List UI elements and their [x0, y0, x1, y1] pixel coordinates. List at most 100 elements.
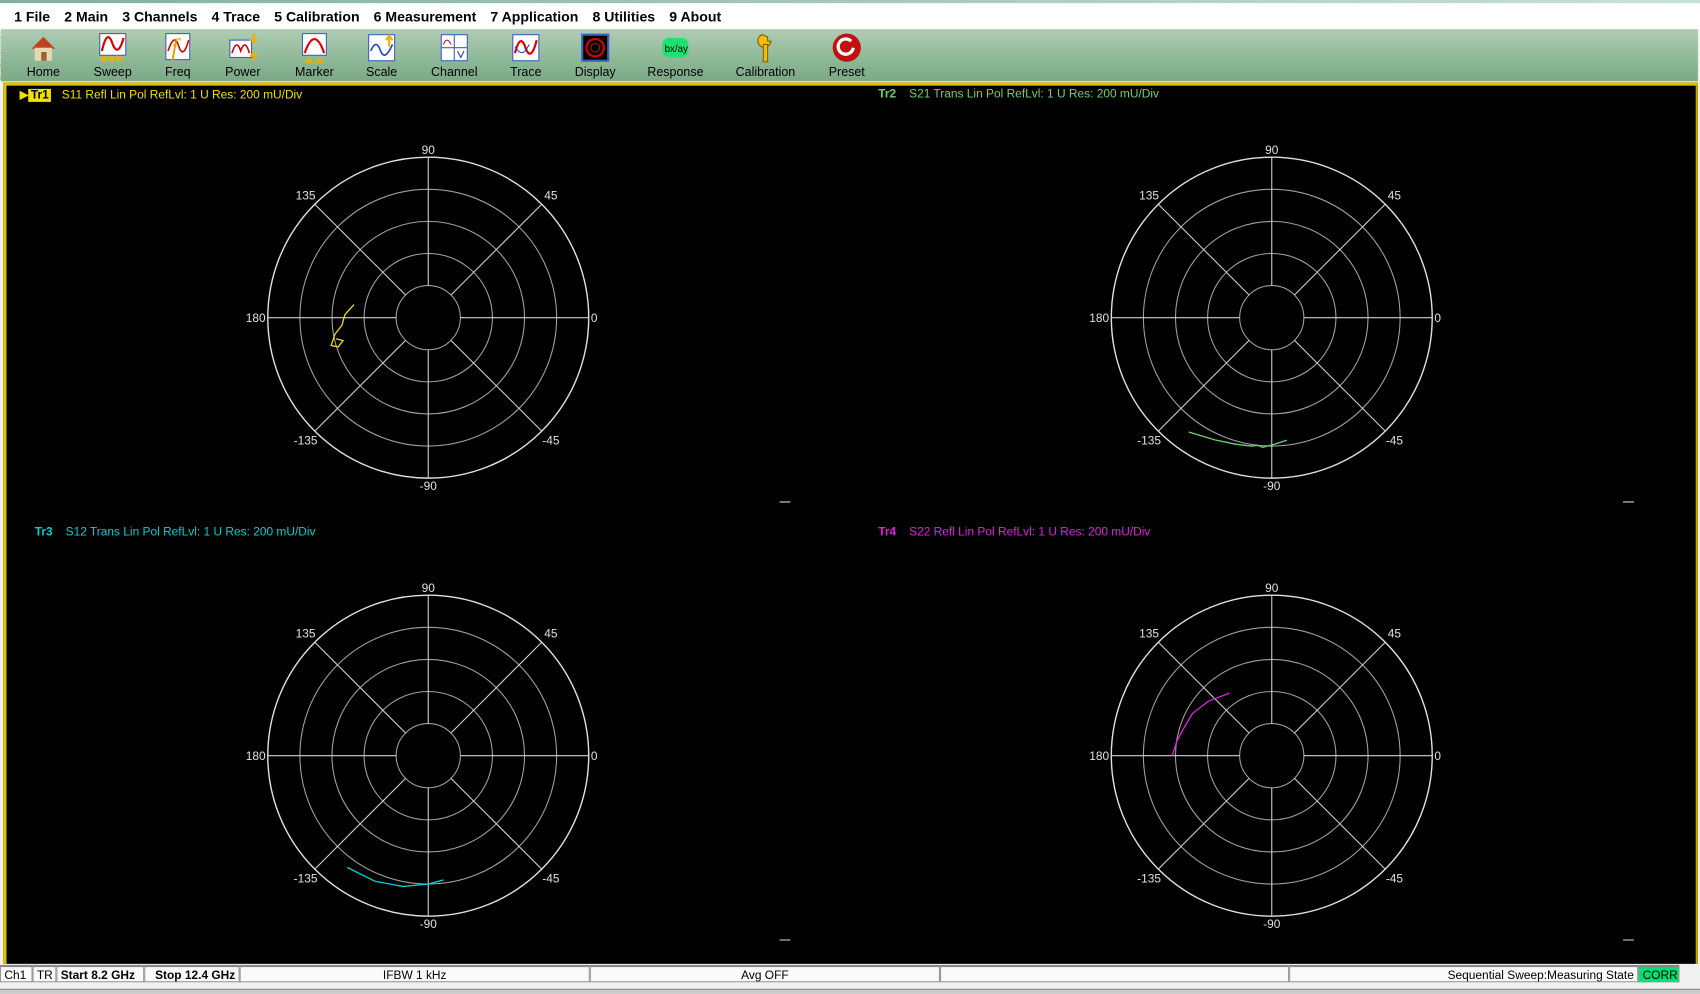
angle-label: -135 — [294, 434, 318, 448]
trace-header-tr3[interactable]: Tr3 S12 Trans Lin Pol RefLvl: 1 U Res: 20… — [33, 526, 316, 539]
preset-icon — [832, 33, 861, 62]
trace-id[interactable]: Tr3 — [33, 526, 55, 539]
angle-label: 45 — [1388, 626, 1402, 640]
trace-description: S21 Trans Lin Pol RefLvl: 1 U Res: 200 m… — [909, 87, 1160, 101]
status-mode[interactable]: TR — [32, 964, 57, 983]
status-avg[interactable]: Avg OFF — [589, 964, 941, 983]
vna-window: 1 File 2 Main 3 Channels 4 Trace 5 Calib… — [0, 0, 1700, 994]
angle-label: 90 — [422, 581, 436, 595]
grid-spoke — [1294, 203, 1386, 296]
toolbar-label: Power — [225, 66, 261, 80]
channel-button[interactable]: Channel — [416, 31, 492, 79]
angle-label: -90 — [420, 917, 438, 931]
angle-label: 0 — [1434, 311, 1441, 325]
calibration-icon — [757, 34, 772, 63]
angle-label: 180 — [1089, 749, 1109, 763]
grid-spoke — [1157, 641, 1250, 734]
toolbar-label: Channel — [431, 66, 478, 80]
trace-icon — [512, 34, 540, 62]
toolbar-label: Home — [26, 66, 61, 80]
response-button[interactable]: bx/ay Response — [638, 31, 714, 79]
trace-id[interactable]: Tr1 — [28, 88, 51, 102]
angle-label: -135 — [1137, 434, 1161, 448]
grid-spoke — [450, 641, 543, 734]
marker-button[interactable]: Marker — [276, 31, 352, 79]
toolbar-label: Display — [574, 66, 616, 80]
toolbar-label: Scale — [366, 66, 398, 80]
preset-button[interactable]: Preset — [809, 31, 885, 79]
angle-label: 45 — [544, 626, 558, 640]
angle-label: -90 — [1263, 479, 1281, 493]
grid-spoke — [1157, 339, 1250, 432]
home-icon — [31, 36, 56, 61]
polar-plot-tr3: 90 45 0 -45 -90 -135 180 135 — [246, 581, 791, 941]
status-start[interactable]: Start 8.2 GHz — [56, 964, 145, 983]
grid-spoke — [314, 203, 406, 296]
grid-circle — [1239, 285, 1305, 351]
response-icon: bx/ay — [662, 37, 689, 58]
menu-bar: 1 File 2 Main 3 Channels 4 Trace 5 Calib… — [0, 3, 1700, 30]
trace-id[interactable]: Tr2 — [876, 88, 898, 101]
grid-circle — [395, 723, 461, 789]
trace-id[interactable]: Tr4 — [876, 526, 898, 539]
grid-spoke — [314, 339, 406, 432]
trace-tr3-line — [346, 866, 444, 888]
angle-label: -135 — [294, 872, 318, 886]
trace-description: S11 Refl Lin Pol RefLvl: 1 U Res: 200 mU… — [61, 88, 303, 102]
angle-label: 135 — [1139, 188, 1159, 202]
status-bar: Ch1 TR Start 8.2 GHz Stop 12.4 GHz IFBW … — [0, 964, 1700, 987]
status-channel[interactable]: Ch1 — [0, 964, 33, 983]
toolbar-label: Response — [647, 66, 704, 80]
grid-spoke — [450, 339, 543, 432]
grid-spoke — [314, 777, 406, 870]
angle-label: 0 — [591, 749, 598, 763]
trace-header-tr4[interactable]: Tr4 S22 Refl Lin Pol RefLvl: 1 U Res: 200… — [876, 526, 1150, 539]
display-icon — [581, 33, 610, 62]
toolbar: Home Sweep f Freq Power Marker Scale Channel Tra… — [0, 29, 1698, 82]
menu-main[interactable]: 2 Main — [64, 8, 108, 24]
menu-application[interactable]: 7 Application — [490, 8, 578, 24]
calibration-button[interactable]: Calibration — [727, 31, 803, 79]
grid-spoke — [1294, 777, 1386, 870]
marker-icon — [301, 33, 327, 63]
menu-file[interactable]: 1 File — [14, 8, 50, 24]
taskbar-strip — [0, 988, 1700, 994]
trace-description: S22 Refl Lin Pol RefLvl: 1 U Res: 200 mU… — [909, 525, 1151, 539]
angle-label: -45 — [1386, 434, 1404, 448]
angle-label: 45 — [544, 188, 558, 202]
menu-calibration[interactable]: 5 Calibration — [274, 8, 359, 24]
grid-spoke — [450, 777, 543, 870]
trace-button[interactable]: Trace — [488, 31, 564, 79]
home-button[interactable]: Home — [5, 31, 81, 79]
trace-header-tr2[interactable]: Tr2 S21 Trans Lin Pol RefLvl: 1 U Res: 20… — [876, 88, 1159, 101]
angle-label: 135 — [296, 626, 316, 640]
status-ifbw[interactable]: IFBW 1 kHz — [239, 964, 590, 983]
angle-label: -135 — [1137, 872, 1161, 886]
polar-plots: 90 45 0 -45 -90 -135 180 135 90 45 0 -45 -90 -135 180 1… — [246, 143, 1634, 941]
angle-label: 0 — [1434, 749, 1441, 763]
angle-label: 90 — [422, 143, 436, 157]
angle-label: -90 — [1263, 917, 1281, 931]
menu-channels[interactable]: 3 Channels — [122, 8, 197, 24]
angle-label: 45 — [1388, 188, 1402, 202]
angle-label: 180 — [1089, 311, 1109, 325]
trace-header-tr1[interactable]: ▶ Tr1 S11 Refl Lin Pol RefLvl: 1 U Res: 20… — [20, 88, 303, 102]
status-stop[interactable]: Stop 12.4 GHz — [144, 964, 240, 983]
menu-about[interactable]: 9 About — [669, 8, 721, 24]
angle-label: 135 — [1139, 626, 1159, 640]
trace-description: S12 Trans Lin Pol RefLvl: 1 U Res: 200 m… — [65, 525, 316, 539]
power-button[interactable]: Power — [205, 31, 281, 79]
grid-spoke — [1157, 777, 1250, 870]
grid-spoke — [1294, 339, 1386, 432]
angle-label: 135 — [296, 188, 316, 202]
polar-plot-tr4: 90 45 0 -45 -90 -135 180 135 — [1089, 581, 1634, 941]
status-corr-badge[interactable]: CORR — [1638, 964, 1680, 983]
scale-button[interactable]: Scale — [344, 31, 420, 79]
channel-icon — [440, 34, 468, 62]
angle-label: 0 — [591, 311, 598, 325]
power-icon — [229, 33, 258, 62]
menu-utilities[interactable]: 8 Utilities — [592, 8, 655, 24]
display-button[interactable]: Display — [557, 31, 633, 79]
menu-measurement[interactable]: 6 Measurement — [374, 8, 477, 24]
menu-trace[interactable]: 4 Trace — [212, 8, 261, 24]
